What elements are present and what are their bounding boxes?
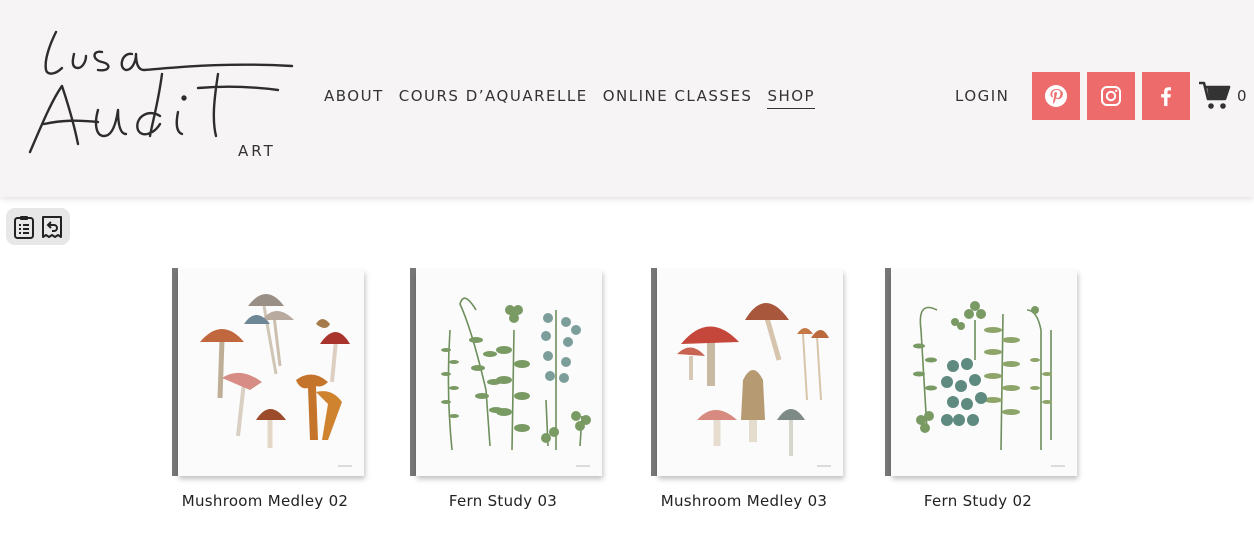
product-image[interactable]: [398, 268, 608, 482]
artwork-mushroom-medley-02: [178, 270, 364, 476]
clipboard-icon[interactable]: [13, 215, 35, 239]
nav-about[interactable]: ABOUT: [324, 87, 384, 109]
facebook-icon: [1161, 87, 1171, 106]
nav-cours-aquarelle[interactable]: COURS D’AQUARELLE: [399, 87, 588, 109]
product-title[interactable]: Fern Study 02: [873, 492, 1083, 510]
instagram-button[interactable]: [1087, 72, 1135, 120]
pinterest-icon: [1045, 85, 1067, 107]
nav-shop[interactable]: SHOP: [767, 87, 816, 109]
product-title[interactable]: Mushroom Medley 02: [160, 492, 370, 510]
product-image[interactable]: [160, 268, 370, 482]
instagram-icon: [1101, 86, 1121, 106]
artwork-mushroom-medley-03: [657, 270, 843, 476]
product-image[interactable]: [639, 268, 849, 482]
product-title[interactable]: Fern Study 03: [398, 492, 608, 510]
product-title[interactable]: Mushroom Medley 03: [639, 492, 849, 510]
logo-art-text: ART: [238, 142, 276, 160]
floating-toolbar: [6, 208, 70, 245]
site-header: ART ABOUT COURS D’AQUARELLE ONLINE CLASS…: [0, 0, 1254, 197]
main-nav: ABOUT COURS D’AQUARELLE ONLINE CLASSES S…: [324, 87, 830, 109]
product-card[interactable]: Mushroom Medley 02: [160, 268, 370, 510]
pinterest-button[interactable]: [1032, 72, 1080, 120]
product-card[interactable]: Mushroom Medley 03: [639, 268, 849, 510]
product-image[interactable]: [873, 268, 1083, 482]
product-card[interactable]: Fern Study 03: [398, 268, 608, 510]
cart-icon: [1199, 81, 1231, 109]
cart-button[interactable]: [1198, 80, 1232, 112]
product-card[interactable]: Fern Study 02: [873, 268, 1083, 510]
receipt-refund-icon[interactable]: [41, 215, 63, 239]
login-link[interactable]: LOGIN: [955, 87, 1009, 105]
artwork-fern-study-03: [416, 270, 602, 476]
nav-online-classes[interactable]: ONLINE CLASSES: [603, 87, 753, 109]
cart-count: 0: [1237, 87, 1247, 105]
artwork-fern-study-02: [891, 270, 1077, 476]
facebook-button[interactable]: [1142, 72, 1190, 120]
